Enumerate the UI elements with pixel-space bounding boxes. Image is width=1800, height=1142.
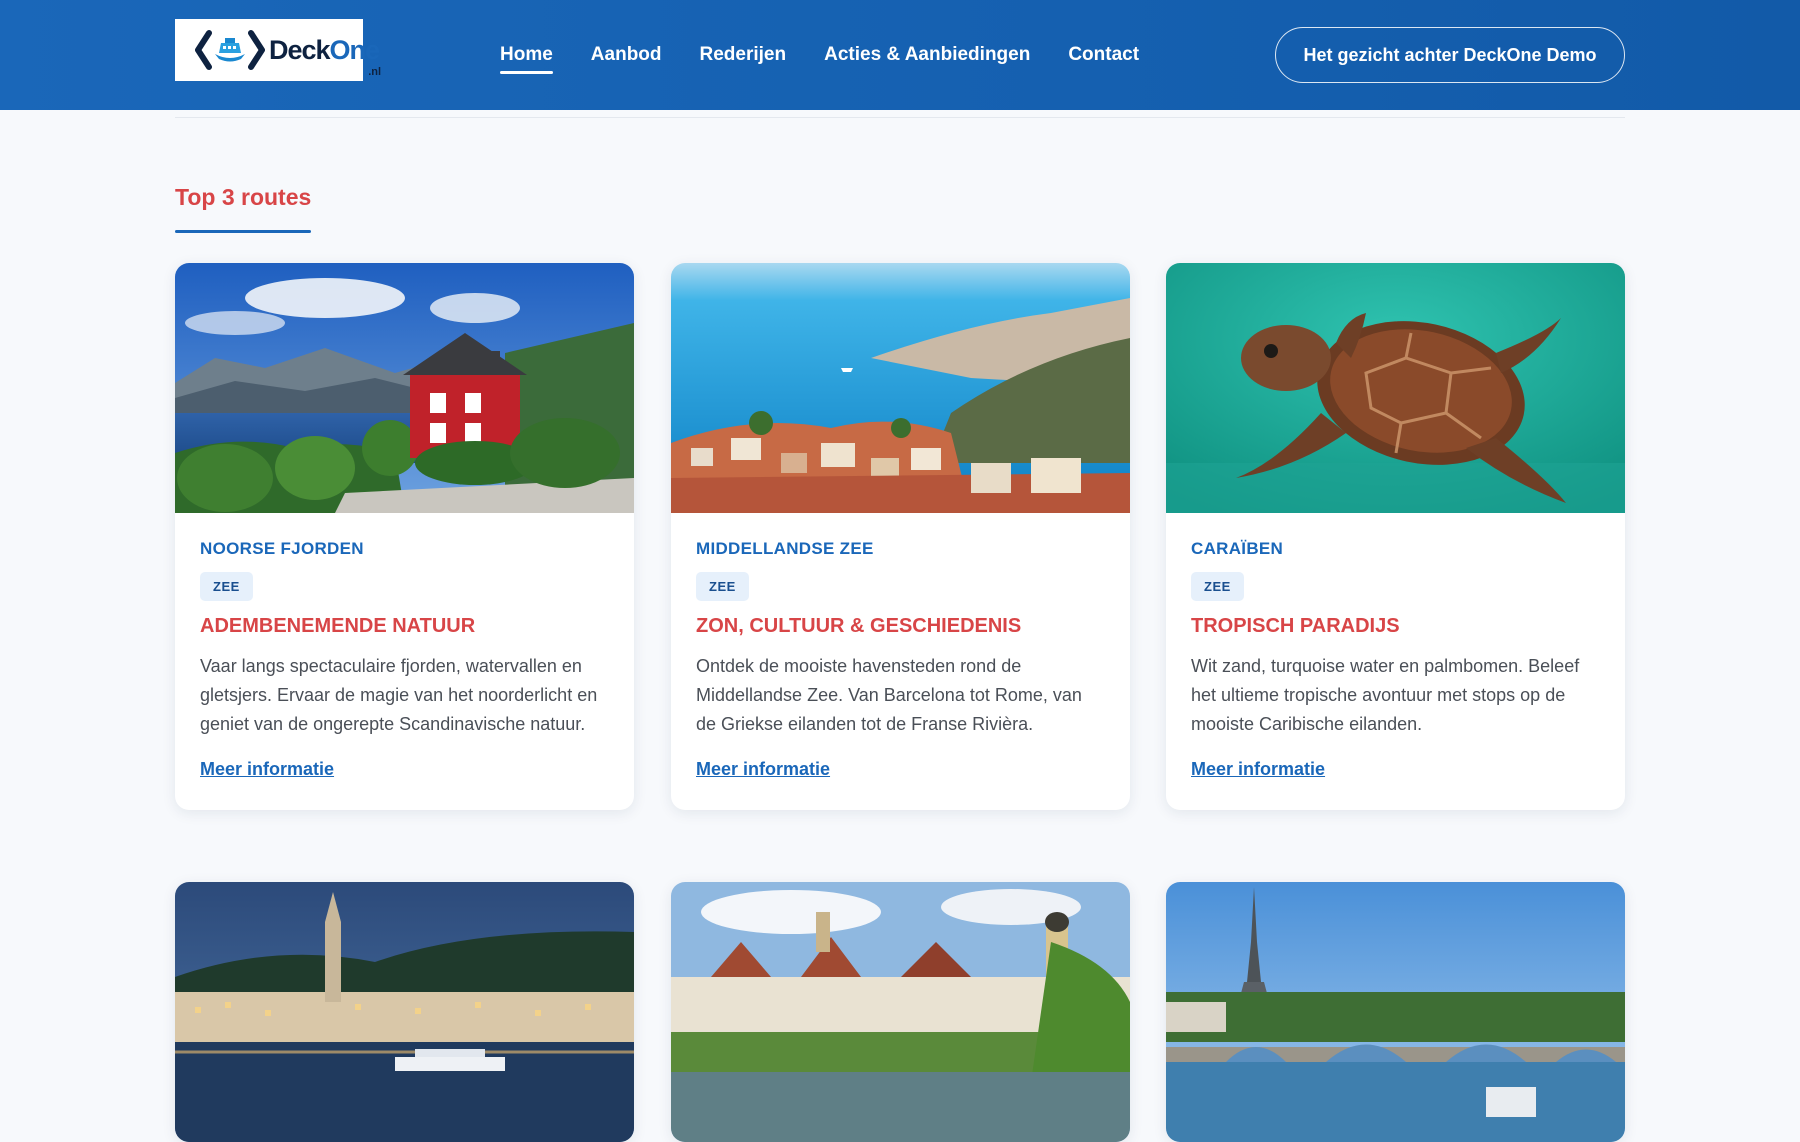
site-header: DeckOne .nl Home Aanbod Rederijen Acties … (0, 0, 1800, 110)
more-info-link[interactable]: Meer informatie (696, 759, 830, 780)
card-region: CARAÏBEN (1191, 539, 1284, 558)
main-nav: Home Aanbod Rederijen Acties & Aanbiedin… (500, 0, 1139, 110)
route-card[interactable]: MIDDELLANDSE ZEE ZEE ZON, CULTUUR & GESC… (671, 263, 1130, 810)
route-card[interactable] (671, 882, 1130, 1142)
deckone-logo-icon (195, 28, 265, 72)
route-card[interactable] (175, 882, 634, 1142)
route-card[interactable]: CARAÏBEN ZEE TROPISCH PARADIJS Wit zand,… (1166, 263, 1625, 810)
card-region: NOORSE FJORDEN (200, 539, 364, 558)
category-badge: ZEE (1191, 572, 1244, 601)
card-description: Wit zand, turquoise water en palmbomen. … (1191, 656, 1580, 734)
logo-one: One (329, 34, 381, 65)
logo-wordmark: DeckOne .nl (269, 34, 381, 78)
nav-aanbod[interactable]: Aanbod (591, 36, 662, 74)
cta-button[interactable]: Het gezicht achter DeckOne Demo (1275, 27, 1625, 83)
divider (175, 117, 1625, 118)
card-description: Vaar langs spectaculaire fjorden, waterv… (200, 656, 598, 734)
card-title[interactable]: ZON, CULTUUR & GESCHIEDENIS (696, 615, 1105, 638)
route-image-fjord[interactable] (175, 263, 634, 513)
nav-rederijen[interactable]: Rederijen (700, 36, 787, 74)
route-image-rhine[interactable] (175, 882, 634, 1142)
card-title[interactable]: ADEMBENEMENDE NATUUR (200, 615, 609, 638)
route-card[interactable] (1166, 882, 1625, 1142)
route-card[interactable]: NOORSE FJORDEN ZEE ADEMBENEMENDE NATUUR … (175, 263, 634, 810)
route-image-danube[interactable] (671, 882, 1130, 1142)
card-title[interactable]: TROPISCH PARADIJS (1191, 615, 1600, 638)
route-image-seine[interactable] (1166, 882, 1625, 1142)
card-region: MIDDELLANDSE ZEE (696, 539, 874, 558)
category-badge: ZEE (696, 572, 749, 601)
logo-tld: .nl (368, 65, 382, 78)
route-image-mediterranean[interactable] (671, 263, 1130, 513)
card-description: Ontdek de mooiste havensteden rond de Mi… (696, 656, 1082, 734)
logo[interactable]: DeckOne .nl (175, 19, 381, 81)
more-info-link[interactable]: Meer informatie (200, 759, 334, 780)
card-body: CARAÏBEN ZEE TROPISCH PARADIJS Wit zand,… (1166, 513, 1625, 810)
nav-home[interactable]: Home (500, 36, 553, 74)
card-body: NOORSE FJORDEN ZEE ADEMBENEMENDE NATUUR … (175, 513, 634, 810)
card-body: MIDDELLANDSE ZEE ZEE ZON, CULTUUR & GESC… (671, 513, 1130, 810)
section-title: Top 3 routes (175, 184, 312, 233)
nav-contact[interactable]: Contact (1068, 36, 1139, 74)
category-badge: ZEE (200, 572, 253, 601)
nav-acties[interactable]: Acties & Aanbiedingen (824, 36, 1030, 74)
more-info-link[interactable]: Meer informatie (1191, 759, 1325, 780)
logo-deck: Deck (269, 34, 331, 65)
route-image-turtle[interactable] (1166, 263, 1625, 513)
